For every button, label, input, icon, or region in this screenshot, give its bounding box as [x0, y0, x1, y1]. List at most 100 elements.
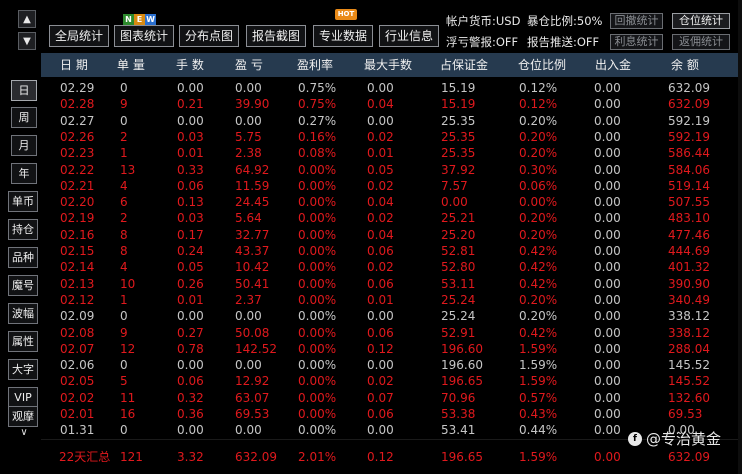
table-cell: 0.30%: [519, 162, 558, 177]
pro-data-button[interactable]: 专业数据: [313, 25, 373, 47]
table-header: 日 期 单 量 手 数 盈 亏 盈利率 最大手数 占保证金 仓位比例 出入金 余…: [41, 53, 742, 77]
table-row[interactable]: 02.23 1 0.01 2.38 0.08% 0.01 25.35 0.20% 0.00 586…: [41, 145, 742, 161]
table-cell: 0.00: [594, 113, 621, 128]
col-deposit-withdraw[interactable]: 出入金: [595, 53, 631, 77]
table-cell: 0.00: [594, 276, 621, 291]
table-cell: 69.53: [235, 407, 270, 421]
period-day-tab[interactable]: 日: [11, 80, 37, 101]
period-week-tab[interactable]: 周: [11, 107, 37, 128]
table-row[interactable]: 02.06 0 0.00 0.00 0.00% 0.00 196.60 1.59% 0.00 14…: [41, 357, 742, 373]
table-cell: 2.38: [235, 146, 262, 161]
filter-positions[interactable]: 持仓: [8, 219, 38, 240]
table-cell: 0.26: [177, 276, 204, 291]
table-cell: 0.01: [177, 146, 204, 161]
table-row[interactable]: 02.21 4 0.06 11.59 0.00% 0.02 7.57 0.06% 0.00 519…: [41, 178, 742, 194]
col-margin[interactable]: 占保证金: [440, 53, 488, 77]
table-row[interactable]: 02.22 13 0.33 64.92 0.00% 0.05 37.92 0.30% 0.00 5…: [41, 162, 742, 178]
col-balance[interactable]: 余 额: [671, 53, 699, 77]
table-row[interactable]: 02.02 11 0.32 63.07 0.00% 0.07 70.96 0.57% 0.00 1…: [41, 390, 742, 406]
table-row[interactable]: 02.12 1 0.01 2.37 0.00% 0.01 25.24 0.20% 0.00 340…: [41, 292, 742, 308]
table-cell: 0.27%: [298, 113, 337, 128]
rebate-stats-button[interactable]: 返佣统计: [672, 34, 730, 50]
industry-info-button[interactable]: 行业信息: [379, 25, 439, 47]
position-stats-button[interactable]: 仓位统计: [672, 13, 730, 29]
table-cell: 52.81: [441, 244, 476, 258]
col-position-ratio[interactable]: 仓位比例: [518, 53, 566, 77]
table-row[interactable]: 02.05 5 0.06 12.92 0.00% 0.02 196.65 1.59% 0.00 1…: [41, 373, 742, 389]
table-cell: 10: [120, 276, 136, 291]
table-row[interactable]: 02.08 9 0.27 50.08 0.00% 0.06 52.91 0.42% 0.00 33…: [41, 325, 742, 341]
table-row[interactable]: 02.07 12 0.78 142.52 0.00% 0.12 196.60 1.59% 0.0…: [41, 341, 742, 357]
table-cell: 4: [120, 178, 128, 193]
period-month-tab[interactable]: 月: [11, 135, 37, 156]
summary-cell: 196.65: [441, 450, 483, 464]
table-cell: 401.32: [668, 260, 710, 275]
chart-stats-button[interactable]: 图表统计: [114, 25, 174, 47]
table-row[interactable]: 02.26 2 0.03 5.75 0.16% 0.02 25.35 0.20% 0.00 592…: [41, 129, 742, 145]
table-cell: 02.27: [60, 113, 95, 128]
table-row[interactable]: 02.16 8 0.17 32.77 0.00% 0.04 25.20 0.20% 0.00 47…: [41, 227, 742, 243]
table-cell: 0.42%: [519, 276, 558, 291]
filter-volatility[interactable]: 波幅: [8, 303, 38, 324]
drawdown-stats-button[interactable]: 回撤统计: [610, 13, 663, 29]
table-cell: 02.12: [60, 292, 95, 307]
table-cell: 0: [120, 358, 128, 373]
table-cell: 132.60: [668, 390, 710, 405]
filter-single-currency[interactable]: 单币: [8, 191, 38, 212]
table-cell: 0.06: [367, 276, 394, 291]
table-row[interactable]: 02.19 2 0.03 5.64 0.00% 0.02 25.21 0.20% 0.00 483…: [41, 210, 742, 226]
summary-cell: 0.12: [367, 450, 394, 464]
filter-observe[interactable]: 观摩: [8, 406, 38, 427]
table-row[interactable]: 02.13 10 0.26 50.41 0.00% 0.06 53.11 0.42% 0.00 3…: [41, 276, 742, 292]
table-row[interactable]: 02.01 16 0.36 69.53 0.00% 0.06 53.38 0.43% 0.00 6…: [41, 406, 742, 422]
filter-large-font[interactable]: 大字: [8, 359, 38, 380]
filter-magic-number[interactable]: 魔号: [8, 275, 38, 296]
table-cell: 0: [120, 81, 128, 95]
distribution-chart-button[interactable]: 分布点图: [179, 25, 239, 47]
table-cell: 196.65: [441, 374, 483, 389]
filter-attribute[interactable]: 属性: [8, 331, 38, 352]
table-row[interactable]: 02.15 8 0.24 43.37 0.00% 0.06 52.81 0.42% 0.00 44…: [41, 243, 742, 259]
table-cell: 0.20%: [519, 309, 558, 324]
chevron-down-icon[interactable]: ∨: [14, 427, 34, 441]
table-row[interactable]: 02.09 0 0.00 0.00 0.00% 0.00 25.24 0.20% 0.00 338…: [41, 308, 742, 324]
col-date[interactable]: 日 期: [60, 53, 88, 77]
table-cell: 338.12: [668, 309, 710, 324]
filter-vip[interactable]: VIP: [8, 387, 38, 408]
table-cell: 0.20%: [519, 211, 558, 226]
col-profit-rate[interactable]: 盈利率: [297, 53, 333, 77]
table-cell: 52.80: [441, 260, 476, 275]
global-stats-button[interactable]: 全局统计: [49, 25, 109, 47]
table-cell: 196.60: [441, 341, 483, 356]
scroll-down-button[interactable]: ▼: [18, 32, 36, 50]
table-cell: 632.09: [668, 81, 710, 95]
table-row[interactable]: 02.27 0 0.00 0.00 0.27% 0.00 25.35 0.20% 0.00 592…: [41, 113, 742, 129]
report-push-label[interactable]: 报告推送:OFF: [527, 34, 599, 50]
interest-stats-button[interactable]: 利息统计: [610, 34, 663, 50]
table-row[interactable]: 02.28 9 0.21 39.90 0.75% 0.04 15.19 0.12% 0.00 63…: [41, 96, 742, 112]
col-profit[interactable]: 盈 亏: [235, 53, 263, 77]
float-alert-label[interactable]: 浮亏警报:OFF: [446, 34, 518, 50]
table-cell: 0.00: [177, 81, 204, 95]
table-row[interactable]: 02.14 4 0.05 10.42 0.00% 0.02 52.80 0.42% 0.00 40…: [41, 259, 742, 275]
table-cell: 39.90: [235, 97, 270, 112]
table-cell: 02.13: [60, 276, 95, 291]
col-orders[interactable]: 单 量: [117, 53, 145, 77]
table-cell: 0.20%: [519, 146, 558, 161]
table-cell: 0.24: [177, 244, 204, 258]
col-max-lots[interactable]: 最大手数: [364, 53, 412, 77]
summary-cell: 632.09: [668, 450, 710, 464]
report-screenshot-button[interactable]: 报告截图: [246, 25, 306, 47]
scrollbar-track[interactable]: [738, 0, 742, 474]
table-row[interactable]: 02.29 0 0.00 0.00 0.75% 0.00 15.19 0.12% 0.00 632…: [41, 80, 742, 96]
stats-table: 日 期 单 量 手 数 盈 亏 盈利率 最大手数 占保证金 仓位比例 出入金 余…: [41, 53, 742, 474]
filter-symbol[interactable]: 品种: [8, 247, 38, 268]
scroll-up-button[interactable]: ▲: [18, 10, 36, 28]
table-cell: 0.06%: [519, 178, 558, 193]
table-cell: 0.00: [177, 423, 204, 438]
period-year-tab[interactable]: 年: [11, 163, 37, 184]
col-lots[interactable]: 手 数: [176, 53, 204, 77]
table-cell: 0.00: [594, 358, 621, 373]
table-cell: 0.03: [177, 211, 204, 226]
table-row[interactable]: 02.20 6 0.13 24.45 0.00% 0.04 0.00 0.00% 0.00 507…: [41, 194, 742, 210]
